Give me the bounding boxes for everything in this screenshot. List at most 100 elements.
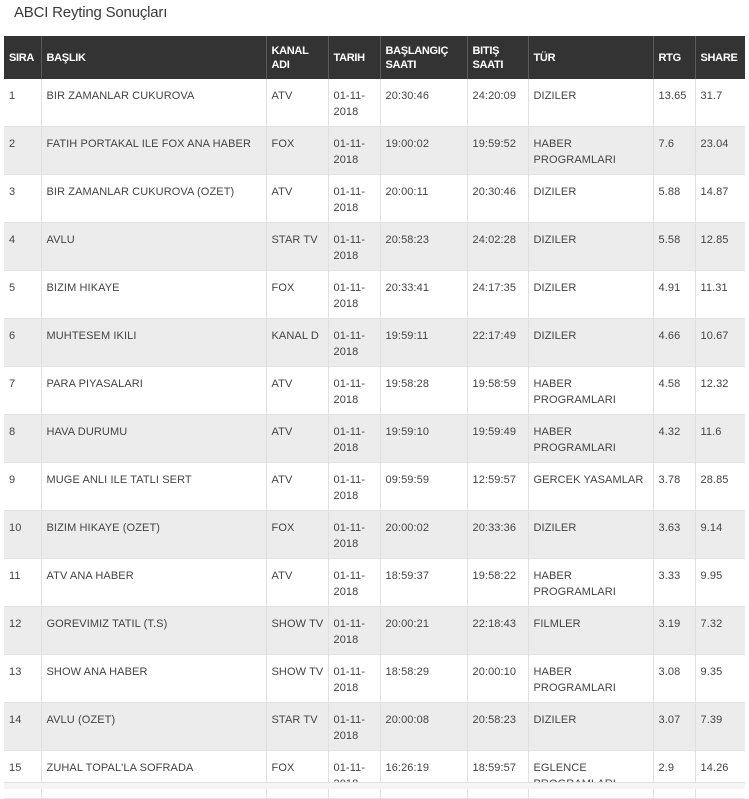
cell-rating: 3.78 (653, 462, 696, 511)
cell-share: 7.32 (695, 606, 745, 655)
cell-rating: 3.08 (653, 654, 696, 703)
cell-share: 7.39 (695, 702, 745, 751)
table-row: 5 BIZIM HIKAYE FOX 01-11-2018 20:33:41 24:17:… (4, 270, 745, 319)
cell-end-time: 12:59:57 (467, 462, 529, 511)
cell-end-time: 24:20:09 (467, 79, 529, 127)
cell-rank: 2 (4, 126, 42, 175)
cell-start-time: 18:59:37 (380, 558, 468, 607)
cell-channel: ATV (266, 174, 329, 223)
cell-start-time: 20:58:23 (380, 222, 468, 271)
table-row: 11 ATV ANA HABER ATV 01-11-2018 18:59:37 19:5… (4, 558, 745, 607)
table-row: 6 MUHTESEM IKILI KANAL D 01-11-2018 19:59:11… (4, 318, 745, 367)
page-title: ABCI Reyting Sonuçları (14, 4, 168, 21)
column-header-tur[interactable]: TÜR (528, 36, 654, 79)
cell-channel: ATV (266, 462, 329, 511)
table-row: 3 BIR ZAMANLAR CUKUROVA (OZET) ATV 01-11-20… (4, 174, 745, 223)
cell-title: FATIH PORTAKAL ILE FOX ANA HABER (41, 126, 267, 175)
column-header-kanal[interactable]: KANAL ADI (266, 36, 329, 79)
cell-genre: FILMLER (528, 606, 654, 655)
cell-channel: ATV (266, 366, 329, 415)
cell-genre: DIZILER (528, 270, 654, 319)
cell-share: 31.7 (695, 79, 745, 127)
cell-title: HAVA DURUMU (41, 414, 267, 463)
column-header-share[interactable]: SHARE (695, 36, 745, 79)
cell-channel: FOX (266, 750, 329, 799)
cell-date: 01-11-2018 (328, 366, 381, 415)
cell-channel: KANAL D (266, 318, 329, 367)
cell-rating: 4.32 (653, 414, 696, 463)
cell-share: 11.6 (695, 414, 745, 463)
table-body: 1 BIR ZAMANLAR CUKUROVA ATV 01-11-2018 20:30… (4, 79, 745, 799)
cell-end-time: 22:18:43 (467, 606, 529, 655)
cell-title: BIR ZAMANLAR CUKUROVA (41, 79, 267, 127)
cell-end-time: 24:17:35 (467, 270, 529, 319)
cell-genre: HABER PROGRAMLARI (528, 414, 654, 463)
cell-date: 01-11-2018 (328, 79, 381, 127)
cell-date: 01-11-2018 (328, 558, 381, 607)
cell-rank: 13 (4, 654, 42, 703)
table-row: 12 GOREVIMIZ TATIL (T.S) SHOW TV 01-11-2018… (4, 606, 745, 655)
column-header-baslik[interactable]: BAŞLIK (41, 36, 267, 79)
cell-channel: ATV (266, 79, 329, 127)
cell-date: 01-11-2018 (328, 270, 381, 319)
cell-rank: 4 (4, 222, 42, 271)
cell-share: 9.14 (695, 510, 745, 559)
cell-rating: 4.58 (653, 366, 696, 415)
cell-channel: SHOW TV (266, 654, 329, 703)
cell-title: MUGE ANLI ILE TATLI SERT (41, 462, 267, 511)
table-row: 9 MUGE ANLI ILE TATLI SERT ATV 01-11-2018 09… (4, 462, 745, 511)
cell-share: 9.95 (695, 558, 745, 607)
cell-date: 01-11-2018 (328, 222, 381, 271)
column-header-rtg[interactable]: RTG (653, 36, 696, 79)
cell-rating: 2.9 (653, 750, 696, 799)
cell-start-time: 20:00:21 (380, 606, 468, 655)
column-header-sira[interactable]: SIRA (4, 36, 42, 79)
cell-title: BIR ZAMANLAR CUKUROVA (OZET) (41, 174, 267, 223)
cell-start-time: 19:59:11 (380, 318, 468, 367)
cell-start-time: 20:00:11 (380, 174, 468, 223)
cell-end-time: 22:17:49 (467, 318, 529, 367)
cell-rank: 14 (4, 702, 42, 751)
cell-genre: DIZILER (528, 318, 654, 367)
table-row: 14 AVLU (OZET) STAR TV 01-11-2018 20:00:08 20… (4, 702, 745, 751)
cell-date: 01-11-2018 (328, 510, 381, 559)
cell-genre: DIZILER (528, 222, 654, 271)
cell-channel: FOX (266, 270, 329, 319)
cell-channel: ATV (266, 558, 329, 607)
cell-rank: 6 (4, 318, 42, 367)
cell-channel: FOX (266, 126, 329, 175)
cell-end-time: 20:33:36 (467, 510, 529, 559)
header-row: SIRA BAŞLIK KANAL ADI TARIH BAŞLANGIÇ SA… (4, 36, 745, 79)
cell-share: 11.31 (695, 270, 745, 319)
cell-channel: STAR TV (266, 222, 329, 271)
cell-genre: DIZILER (528, 510, 654, 559)
cell-share: 9.35 (695, 654, 745, 703)
cell-genre: GERCEK YASAMLAR (528, 462, 654, 511)
cell-date: 01-11-2018 (328, 702, 381, 751)
cell-start-time: 19:58:28 (380, 366, 468, 415)
cell-start-time: 09:59:59 (380, 462, 468, 511)
table-row: 7 PARA PIYASALARI ATV 01-11-2018 19:58:28 19:… (4, 366, 745, 415)
cell-end-time: 20:00:10 (467, 654, 529, 703)
cell-genre: DIZILER (528, 702, 654, 751)
cell-end-time: 20:58:23 (467, 702, 529, 751)
cell-rating: 3.63 (653, 510, 696, 559)
column-header-tarih[interactable]: TARIH (328, 36, 381, 79)
cell-end-time: 18:59:57 (467, 750, 529, 799)
cell-title: MUHTESEM IKILI (41, 318, 267, 367)
column-header-bitis[interactable]: BITIŞ SAATI (467, 36, 529, 79)
cell-start-time: 20:33:41 (380, 270, 468, 319)
cell-title: GOREVIMIZ TATIL (T.S) (41, 606, 267, 655)
cell-rating: 5.88 (653, 174, 696, 223)
cell-genre: HABER PROGRAMLARI (528, 366, 654, 415)
cell-rating: 3.07 (653, 702, 696, 751)
cell-date: 01-11-2018 (328, 414, 381, 463)
cell-genre: HABER PROGRAMLARI (528, 558, 654, 607)
cell-start-time: 19:00:02 (380, 126, 468, 175)
cell-end-time: 19:58:59 (467, 366, 529, 415)
cell-share: 12.32 (695, 366, 745, 415)
column-header-baslangic[interactable]: BAŞLANGIÇ SAATI (380, 36, 468, 79)
cell-date: 01-11-2018 (328, 750, 381, 799)
cell-start-time: 20:00:08 (380, 702, 468, 751)
cell-title: SHOW ANA HABER (41, 654, 267, 703)
